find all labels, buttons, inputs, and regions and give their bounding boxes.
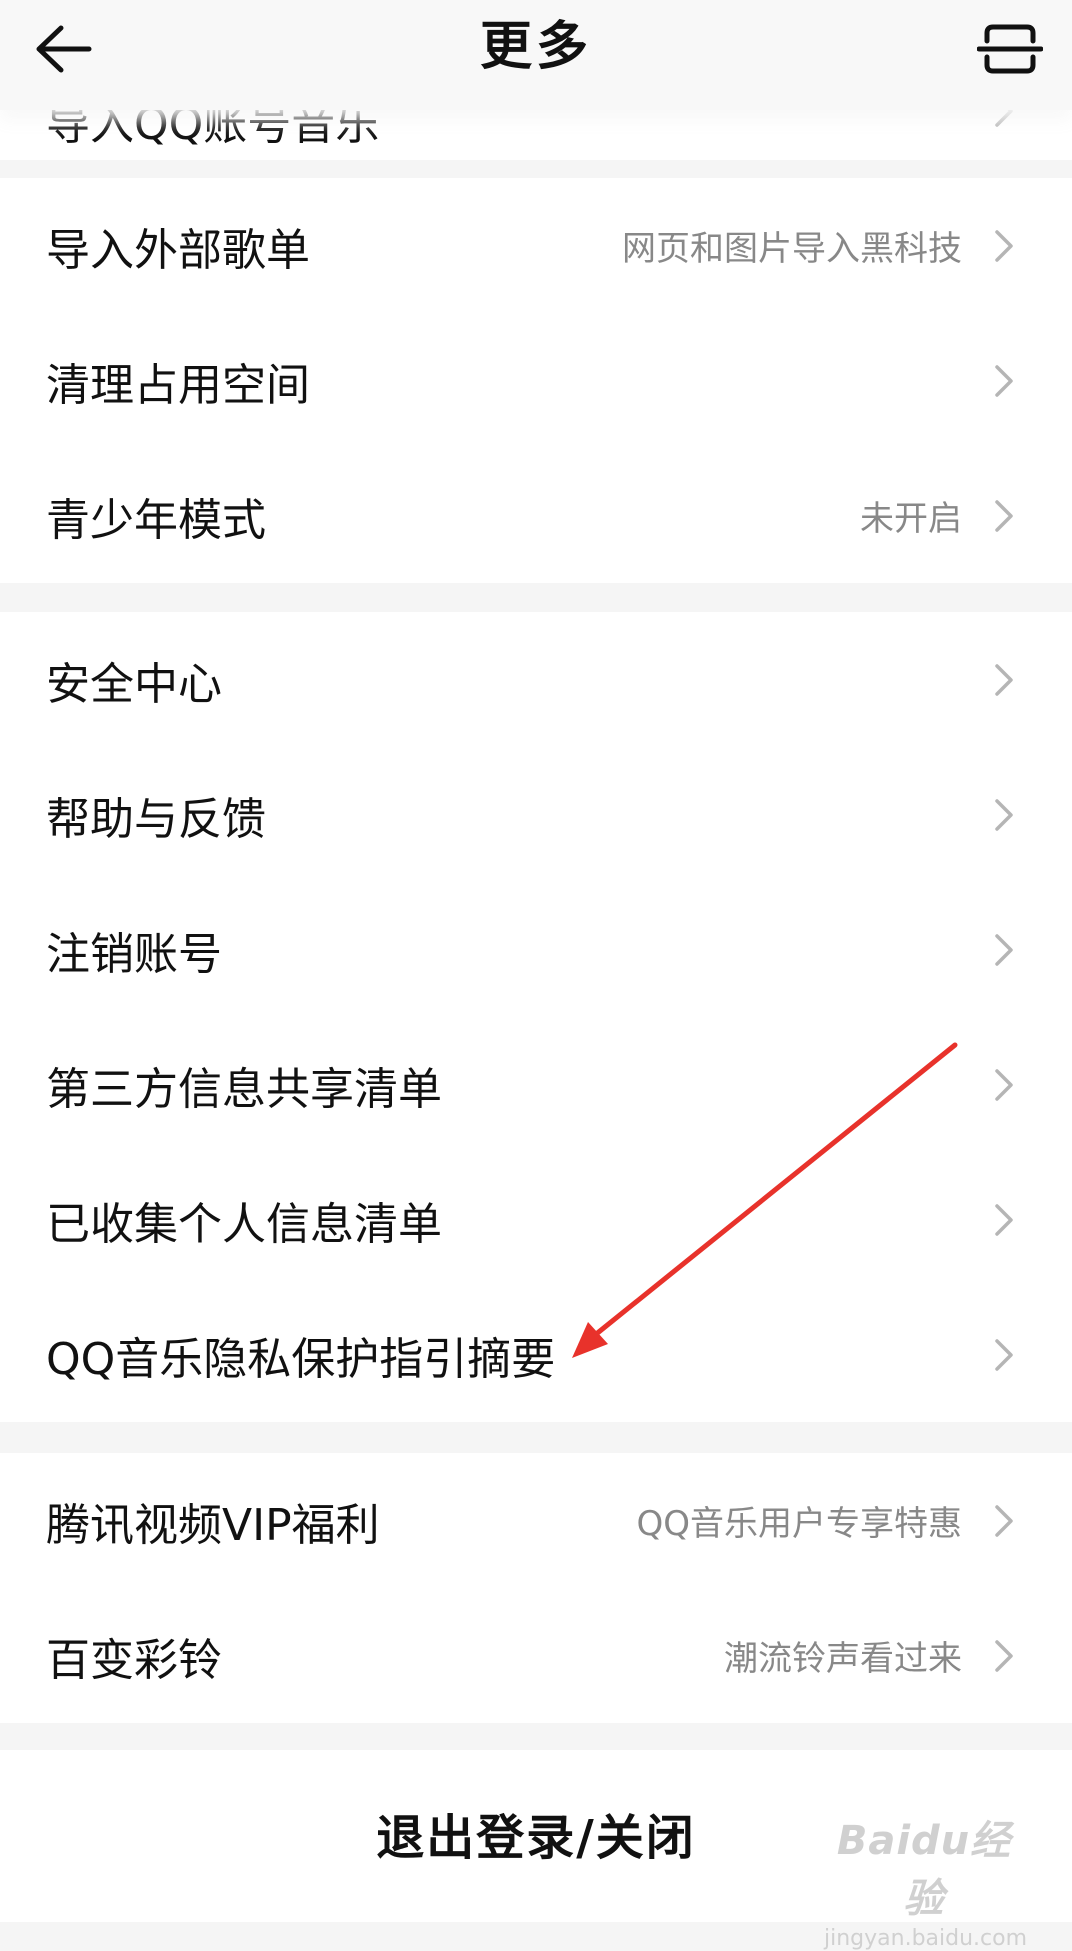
menu-item-delete-account[interactable]: 注销账号 (0, 882, 1072, 1017)
menu-item-subtitle: 网页和图片导入黑科技 (622, 229, 962, 269)
menu-item-privacy-guide-summary[interactable]: QQ音乐隐私保护指引摘要 (0, 1287, 1072, 1422)
menu-item-label: 导入外部歌单 (46, 224, 310, 276)
scan-button[interactable] (972, 14, 1048, 84)
menu-item-label: 已收集个人信息清单 (46, 1198, 442, 1250)
menu-item-label: 百变彩铃 (46, 1634, 222, 1686)
menu-item-label: 帮助与反馈 (46, 793, 266, 845)
menu-item-security-center[interactable]: 安全中心 (0, 612, 1072, 747)
menu-item-label: QQ音乐隐私保护指引摘要 (46, 1333, 556, 1385)
menu-item-label: 腾讯视频VIP福利 (46, 1499, 380, 1551)
chevron-right-icon (994, 1338, 1014, 1372)
menu-item-label: 注销账号 (46, 928, 222, 980)
chevron-right-icon (994, 229, 1014, 263)
menu-item-tencent-video-vip[interactable]: 腾讯视频VIP福利 QQ音乐用户专享特惠 (0, 1453, 1072, 1588)
chevron-right-icon (994, 1068, 1014, 1102)
menu-item-collected-info[interactable]: 已收集个人信息清单 (0, 1152, 1072, 1287)
menu-item-subtitle: QQ音乐用户专享特惠 (636, 1504, 962, 1544)
menu-item-subtitle: 潮流铃声看过来 (724, 1639, 962, 1679)
chevron-right-icon (994, 663, 1014, 697)
baidu-jingyan-watermark: Baidu经验 jingyan.baidu.com (824, 1808, 1028, 1951)
chevron-right-icon (994, 364, 1014, 398)
chevron-right-icon (994, 499, 1014, 533)
menu-item-label: 清理占用空间 (46, 359, 310, 411)
menu-item-label: 青少年模式 (46, 494, 266, 546)
menu-item-clean-storage[interactable]: 清理占用空间 (0, 313, 1072, 448)
menu-item-label: 第三方信息共享清单 (46, 1063, 442, 1115)
scan-icon (977, 24, 1043, 74)
menu-item-subtitle: 未开启 (860, 499, 962, 539)
page-title: 更多 (479, 17, 592, 77)
chevron-right-icon (994, 1203, 1014, 1237)
menu-item-ringtone[interactable]: 百变彩铃 潮流铃声看过来 (0, 1588, 1072, 1723)
top-navigation-bar: 更多 (0, 0, 1072, 110)
menu-item-help-feedback[interactable]: 帮助与反馈 (0, 747, 1072, 882)
settings-group-privacy: 安全中心 帮助与反馈 注销账号 第三方信息共享清单 已收集个人信息清单 QQ音乐 (0, 612, 1072, 1422)
settings-group-import: 导入外部歌单 网页和图片导入黑科技 清理占用空间 青少年模式 未开启 (0, 178, 1072, 583)
chevron-right-icon (994, 1504, 1014, 1538)
settings-group-benefits: 腾讯视频VIP福利 QQ音乐用户专享特惠 百变彩铃 潮流铃声看过来 (0, 1453, 1072, 1723)
chevron-right-icon (994, 798, 1014, 832)
menu-item-import-playlist[interactable]: 导入外部歌单 网页和图片导入黑科技 (0, 178, 1072, 313)
menu-item-label: 安全中心 (46, 658, 222, 710)
menu-item-youth-mode[interactable]: 青少年模式 未开启 (0, 448, 1072, 583)
menu-item-third-party-sharing[interactable]: 第三方信息共享清单 (0, 1017, 1072, 1152)
watermark-logo: Baidu经验 (836, 1818, 1012, 1922)
chevron-right-icon (994, 1639, 1014, 1673)
watermark-url: jingyan.baidu.com (824, 1926, 1028, 1951)
chevron-right-icon (994, 933, 1014, 967)
